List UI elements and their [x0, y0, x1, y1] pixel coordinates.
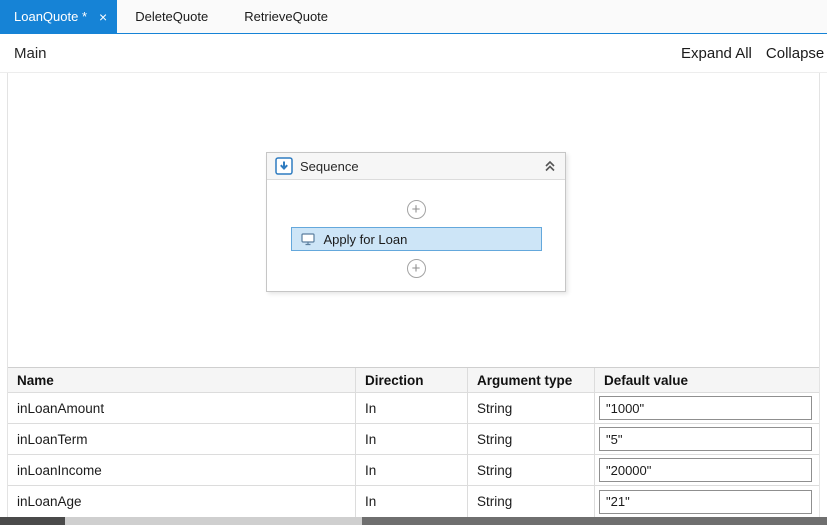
tab-loanquote[interactable]: LoanQuote * × [0, 0, 117, 33]
scrollbar-thumb[interactable] [65, 517, 362, 525]
collapse-all-link[interactable]: Collapse All [766, 45, 827, 62]
argument-default-cell [595, 486, 819, 517]
argument-name-cell[interactable]: inLoanAge [8, 486, 356, 517]
add-activity-button-bottom[interactable]: + [407, 259, 426, 278]
sequence-icon [275, 157, 293, 175]
table-row: inLoanTerm In String [8, 424, 819, 455]
sequence-body: + Apply for Loan + [267, 180, 565, 278]
default-value-input[interactable] [599, 427, 812, 451]
argument-default-cell [595, 393, 819, 423]
column-header-default-value[interactable]: Default value [595, 368, 819, 392]
table-row: inLoanAge In String [8, 486, 819, 517]
default-value-input[interactable] [599, 396, 812, 420]
tab-deletequote-label: DeleteQuote [135, 9, 208, 24]
apply-for-loan-activity[interactable]: Apply for Loan [291, 227, 542, 251]
tab-deletequote[interactable]: DeleteQuote [117, 0, 226, 33]
tab-retrievequote-label: RetrieveQuote [244, 9, 328, 24]
argument-name-cell[interactable]: inLoanTerm [8, 424, 356, 454]
scrollbar-corner [0, 517, 65, 525]
expand-all-link[interactable]: Expand All [681, 45, 752, 62]
argument-name-cell[interactable]: inLoanAmount [8, 393, 356, 423]
document-tab-bar: LoanQuote * × DeleteQuote RetrieveQuote [0, 0, 827, 34]
argument-type-cell[interactable]: String [468, 424, 595, 454]
designer-panel: Sequence + Appl [7, 73, 820, 517]
column-header-name[interactable]: Name [8, 368, 356, 392]
column-header-argument-type[interactable]: Argument type [468, 368, 595, 392]
sequence-header[interactable]: Sequence [267, 153, 565, 180]
argument-default-cell [595, 424, 819, 454]
argument-direction-cell[interactable]: In [356, 393, 468, 423]
tab-loanquote-label: LoanQuote * [14, 9, 87, 24]
argument-default-cell [595, 455, 819, 485]
horizontal-scrollbar[interactable] [0, 517, 827, 525]
arguments-header-row: Name Direction Argument type Default val… [8, 368, 819, 393]
sequence-title: Sequence [300, 159, 536, 174]
workflow-canvas[interactable]: Sequence + Appl [8, 73, 819, 367]
argument-direction-cell[interactable]: In [356, 424, 468, 454]
argument-direction-cell[interactable]: In [356, 455, 468, 485]
table-row: inLoanAmount In String [8, 393, 819, 424]
canvas-tools: Expand All Collapse All [681, 34, 827, 72]
sequence-activity[interactable]: Sequence + Appl [266, 152, 566, 292]
arguments-table: Name Direction Argument type Default val… [8, 367, 819, 518]
close-icon[interactable]: × [99, 10, 107, 24]
default-value-input[interactable] [599, 458, 812, 482]
activity-label: Apply for Loan [324, 232, 408, 247]
argument-type-cell[interactable]: String [468, 393, 595, 423]
argument-type-cell[interactable]: String [468, 455, 595, 485]
add-activity-button-top[interactable]: + [407, 200, 426, 219]
argument-name-cell[interactable]: inLoanIncome [8, 455, 356, 485]
collapse-chevron-icon[interactable] [543, 159, 557, 173]
default-value-input[interactable] [599, 490, 812, 514]
table-row: inLoanIncome In String [8, 455, 819, 486]
breadcrumb-main[interactable]: Main [14, 34, 47, 72]
column-header-direction[interactable]: Direction [356, 368, 468, 392]
breadcrumb-bar: Main Expand All Collapse All [0, 34, 827, 73]
tab-retrievequote[interactable]: RetrieveQuote [226, 0, 346, 33]
argument-type-cell[interactable]: String [468, 486, 595, 517]
monitor-icon [300, 231, 316, 247]
argument-direction-cell[interactable]: In [356, 486, 468, 517]
